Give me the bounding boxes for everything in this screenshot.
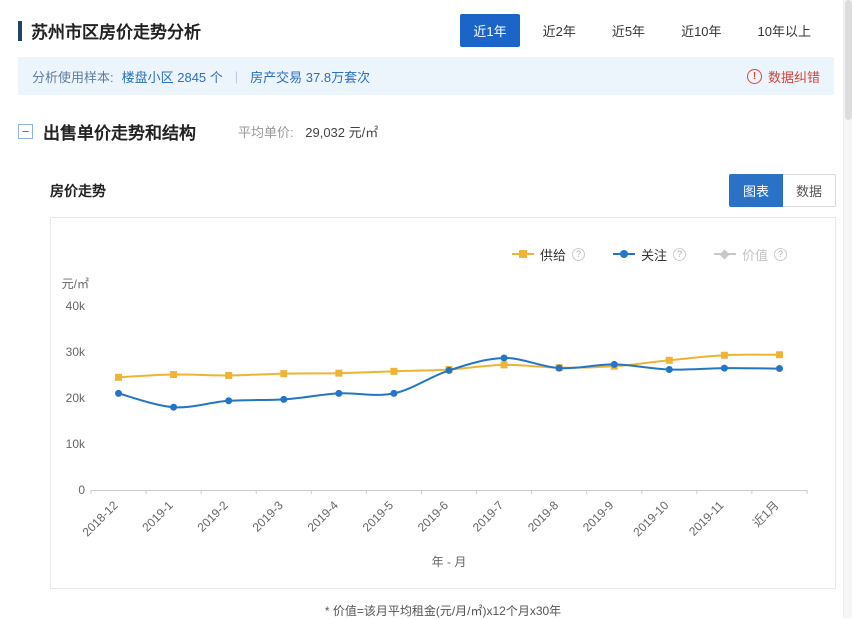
report-error-button[interactable]: ! 数据纠错 <box>747 67 820 86</box>
data-point-circle <box>666 366 673 373</box>
x-tick-label: 近1月 <box>750 498 782 530</box>
data-point-circle <box>280 396 287 403</box>
x-tick-label: 2019-6 <box>415 498 452 535</box>
data-point-circle <box>501 354 508 361</box>
trend-chart: 元/㎡ 0 10k 20k 30k 40k 2018-12 2019-1 2019-2 2019-… <box>51 266 835 583</box>
trend-chart-svg: 元/㎡ 0 10k 20k 30k 40k 2018-12 2019-1 2019-2 2019-… <box>51 266 835 578</box>
y-tick-label: 20k <box>66 391 86 405</box>
legend-item-1[interactable]: 供给? <box>512 245 585 264</box>
data-point-circle <box>721 365 728 372</box>
data-point-square <box>390 368 397 375</box>
time-range-tab-5[interactable]: 10年以上 <box>745 14 824 47</box>
data-point-square <box>776 351 783 358</box>
data-point-square <box>501 361 508 368</box>
x-tick-label: 2019-8 <box>525 498 562 535</box>
data-point-square <box>280 370 287 377</box>
data-point-circle <box>170 404 177 411</box>
section-title: 出售单价走势和结构 <box>43 119 196 144</box>
view-toggle-data[interactable]: 数据 <box>783 174 836 207</box>
data-point-circle <box>390 390 397 397</box>
title-accent-bar <box>18 21 22 41</box>
time-range-tab-4[interactable]: 近10年 <box>668 14 734 47</box>
x-axis-title: 年 - 月 <box>432 555 467 569</box>
x-tick-label: 2019-9 <box>580 498 617 535</box>
data-point-circle <box>611 361 618 368</box>
x-tick-label: 2019-7 <box>470 498 507 535</box>
y-tick-label: 0 <box>78 483 85 497</box>
view-toggle-chart[interactable]: 图表 <box>729 174 783 207</box>
chart-data-toggle: 图表数据 <box>729 174 836 207</box>
trend-title: 房价走势 <box>50 181 106 201</box>
average-price-label: 平均单价: <box>238 125 294 140</box>
trend-header: 房价走势 图表数据 <box>50 174 836 207</box>
data-point-square <box>225 372 232 379</box>
y-tick-label: 30k <box>66 345 86 359</box>
help-question-icon[interactable]: ? <box>673 248 686 261</box>
title-wrap: 苏州市区房价走势分析 <box>18 18 201 43</box>
time-range-tab-2[interactable]: 近2年 <box>530 14 589 47</box>
legend-label: 关注 <box>641 245 667 264</box>
data-point-circle <box>556 365 563 372</box>
sample-complex-count[interactable]: 楼盘小区 2845 个 <box>122 67 223 86</box>
header: 苏州市区房价走势分析 近1年近2年近5年近10年 10年以上 <box>0 0 852 55</box>
value-footnote: * 价值=该月平均租金(元/月/㎡)x12个月x30年 <box>50 602 836 619</box>
section-header: − 出售单价走势和结构 平均单价: 29,032 元/㎡ <box>18 119 834 144</box>
error-info-icon: ! <box>747 69 762 84</box>
x-tick-label: 2019-1 <box>139 498 176 535</box>
legend-square-marker-icon <box>512 249 534 259</box>
scrollbar-thumb[interactable] <box>845 0 852 120</box>
y-tick-label: 10k <box>66 437 86 451</box>
time-range-tab-3[interactable]: 近5年 <box>599 14 658 47</box>
data-point-circle <box>446 367 453 374</box>
time-range-tabs: 近1年近2年近5年近10年 10年以上 <box>460 14 824 47</box>
page-title: 苏州市区房价走势分析 <box>31 18 201 43</box>
data-point-square <box>721 352 728 359</box>
y-tick-label: 40k <box>66 299 86 313</box>
x-tick-label: 2019-5 <box>360 498 397 535</box>
price-trend-chart-card: 供给?关注?价值? 元/㎡010k20k30k40k2018-122019-12… <box>50 217 836 589</box>
y-axis-title: 元/㎡ <box>62 277 89 291</box>
sample-bar: 分析使用样本: 楼盘小区 2845 个 | 房产交易 37.8万套次 ! 数据纠… <box>18 57 834 95</box>
help-question-icon[interactable]: ? <box>572 248 585 261</box>
legend-label: 供给 <box>540 245 566 264</box>
sample-prefix: 分析使用样本: <box>32 67 114 86</box>
data-point-square <box>115 374 122 381</box>
data-point-circle <box>115 390 122 397</box>
x-tick-label: 2019-4 <box>305 498 342 535</box>
data-point-circle <box>225 397 232 404</box>
report-error-label: 数据纠错 <box>768 67 820 86</box>
legend-item-2[interactable]: 关注? <box>613 245 686 264</box>
help-question-icon[interactable]: ? <box>774 248 787 261</box>
average-price: 平均单价: 29,032 元/㎡ <box>238 122 378 141</box>
chart-legend: 供给?关注?价值? <box>51 218 835 264</box>
x-tick-label: 2019-3 <box>250 498 287 535</box>
legend-circle-marker-icon <box>613 249 635 259</box>
data-point-square <box>170 371 177 378</box>
data-point-square <box>666 357 673 364</box>
x-tick-label: 2019-2 <box>194 498 231 535</box>
series-line-2 <box>119 358 780 407</box>
page-scrollbar[interactable] <box>843 0 852 618</box>
page: 苏州市区房价走势分析 近1年近2年近5年近10年 10年以上 分析使用样本: 楼盘… <box>0 0 852 619</box>
x-tick-label: 2018-12 <box>80 498 121 539</box>
time-range-tab-1[interactable]: 近1年 <box>460 14 519 47</box>
data-point-circle <box>776 365 783 372</box>
sample-separator: | <box>235 69 238 84</box>
sample-transaction-count[interactable]: 房产交易 37.8万套次 <box>250 67 370 86</box>
legend-item-3[interactable]: 价值? <box>714 245 787 264</box>
collapse-minus-icon[interactable]: − <box>18 124 33 139</box>
data-point-circle <box>335 390 342 397</box>
data-point-square <box>335 370 342 377</box>
x-tick-label: 2019-11 <box>686 498 727 539</box>
legend-diamond-marker-icon <box>714 249 736 259</box>
x-tick-label: 2019-10 <box>630 498 671 539</box>
average-price-value: 29,032 元/㎡ <box>305 125 378 140</box>
legend-label: 价值 <box>742 245 768 264</box>
